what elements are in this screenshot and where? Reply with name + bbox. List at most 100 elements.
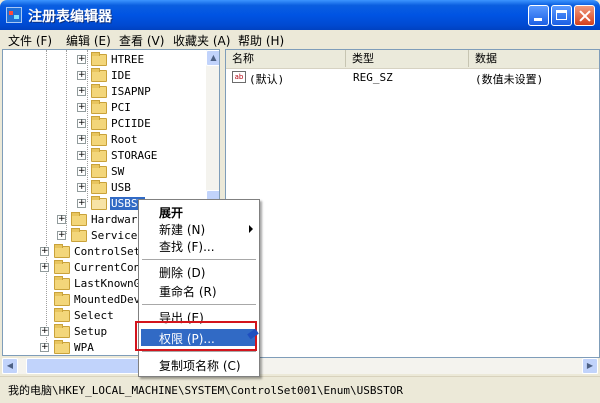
menu-help[interactable]: 帮助 (H) (238, 32, 284, 49)
submenu-arrow-icon (249, 225, 253, 233)
close-button[interactable] (574, 5, 595, 26)
registry-values-pane[interactable]: 名称 类型 数据 ab (默认) REG_SZ (数值未设置) (225, 49, 600, 358)
tree-label: HTREE (111, 53, 145, 66)
tree-label: Select (74, 309, 114, 322)
folder-icon (91, 68, 107, 82)
menu-item-delete[interactable]: 删除 (D) (159, 264, 205, 281)
expand-toggle[interactable]: + (77, 119, 86, 128)
tree-item-ide[interactable]: + IDE (3, 68, 203, 84)
tree-label: PCI (111, 101, 131, 114)
tree-item-htree[interactable]: + HTREE (3, 52, 203, 68)
menu-separator (142, 304, 256, 305)
folder-icon (54, 324, 70, 338)
expand-toggle[interactable]: + (40, 343, 49, 352)
folder-icon (91, 52, 107, 66)
tree-label: ControlSetO (74, 245, 147, 258)
tree-item-pci[interactable]: + PCI (3, 100, 203, 116)
scroll-left-arrow-icon[interactable]: ◀ (2, 358, 18, 374)
tree-item-isapnp[interactable]: + ISAPNP (3, 84, 203, 100)
expand-toggle[interactable]: + (40, 327, 49, 336)
scroll-right-arrow-icon[interactable]: ▶ (582, 358, 598, 374)
menu-file[interactable]: 文件 (F) (8, 32, 52, 49)
window-title: 注册表编辑器 (28, 9, 112, 25)
folder-icon (91, 116, 107, 130)
folder-icon (54, 244, 70, 258)
tree-label: Hardware (91, 213, 144, 226)
tree-label: CurrentCont (74, 261, 147, 274)
expand-toggle[interactable]: + (77, 71, 86, 80)
status-bar: 我的电脑\HKEY_LOCAL_MACHINE\SYSTEM\ControlSe… (0, 376, 600, 403)
tree-item-sw[interactable]: + SW (3, 164, 203, 180)
tree-item-storage[interactable]: + STORAGE (3, 148, 203, 164)
tree-item-usb[interactable]: + USB (3, 180, 203, 196)
tree-label: SW (111, 165, 125, 178)
folder-icon (91, 164, 107, 178)
tree-label: Services (91, 229, 144, 242)
open-folder-icon (91, 196, 107, 210)
status-path: 我的电脑\HKEY_LOCAL_MACHINE\SYSTEM\ControlSe… (8, 384, 403, 397)
folder-icon (71, 228, 87, 242)
menu-separator (142, 351, 256, 352)
tree-label: STORAGE (111, 149, 158, 162)
title-bar[interactable]: 注册表编辑器 (0, 0, 600, 30)
folder-icon (91, 148, 107, 162)
folder-icon (54, 308, 70, 322)
menu-item-copy-key-name[interactable]: 复制项名称 (C) (159, 357, 241, 374)
tree-item-pciide[interactable]: + PCIIDE (3, 116, 203, 132)
tree-label: IDE (111, 69, 131, 82)
expand-toggle[interactable]: + (77, 135, 86, 144)
tree-label: Setup (74, 325, 108, 338)
expand-toggle[interactable]: + (77, 183, 86, 192)
menu-view[interactable]: 查看 (V) (119, 32, 164, 49)
folder-icon (91, 84, 107, 98)
expand-toggle[interactable]: + (40, 247, 49, 256)
expand-toggle[interactable]: + (77, 103, 86, 112)
value-type: REG_SZ (353, 71, 393, 84)
tree-label: MountedDevi (74, 293, 147, 306)
horizontal-scrollbar[interactable]: ◀ ▶ (2, 358, 598, 374)
highlight-annotation-box (135, 321, 257, 351)
menu-item-rename[interactable]: 重命名 (R) (159, 283, 217, 300)
regedit-app-icon (6, 7, 22, 23)
column-header-row: 名称 类型 数据 (226, 50, 599, 69)
expand-toggle[interactable]: + (40, 263, 49, 272)
expand-toggle[interactable]: + (57, 231, 66, 240)
column-header-type[interactable]: 类型 (346, 50, 469, 67)
string-value-icon: ab (232, 71, 246, 83)
column-header-name[interactable]: 名称 (226, 50, 346, 67)
folder-icon (91, 100, 107, 114)
folder-icon (54, 340, 70, 354)
menu-item-new[interactable]: 新建 (N) (159, 221, 205, 238)
tree-label: LastKnownGo (74, 277, 147, 290)
tree-item-root[interactable]: + Root (3, 132, 203, 148)
expand-toggle[interactable]: + (77, 151, 86, 160)
column-header-data[interactable]: 数据 (469, 50, 599, 67)
value-name[interactable]: (默认) (249, 71, 284, 87)
value-data: (数值未设置) (475, 73, 544, 86)
folder-icon (91, 180, 107, 194)
menu-edit[interactable]: 编辑 (E) (66, 32, 111, 49)
tree-label: ISAPNP (111, 85, 151, 98)
tree-label: USB (111, 181, 131, 194)
menu-item-expand[interactable]: 展开 (159, 204, 183, 221)
maximize-button[interactable] (551, 5, 572, 26)
minimize-button[interactable] (528, 5, 549, 26)
tree-label: Root (111, 133, 138, 146)
folder-icon (91, 132, 107, 146)
folder-icon (54, 292, 70, 306)
expand-toggle[interactable]: + (77, 55, 86, 64)
menu-favorites[interactable]: 收藏夹 (A) (173, 32, 230, 49)
expand-toggle[interactable]: + (77, 199, 86, 208)
folder-icon (71, 212, 87, 226)
menu-bar: 文件 (F) 编辑 (E) 查看 (V) 收藏夹 (A) 帮助 (H) (0, 30, 600, 48)
tree-label: PCIIDE (111, 117, 151, 130)
expand-toggle[interactable]: + (77, 167, 86, 176)
tree-label: WPA (74, 341, 94, 354)
menu-item-find[interactable]: 查找 (F)... (159, 238, 215, 255)
folder-icon (54, 276, 70, 290)
scroll-up-arrow-icon[interactable]: ▲ (206, 50, 219, 66)
expand-toggle[interactable]: + (77, 87, 86, 96)
menu-separator (142, 259, 256, 260)
expand-toggle[interactable]: + (57, 215, 66, 224)
folder-icon (54, 260, 70, 274)
